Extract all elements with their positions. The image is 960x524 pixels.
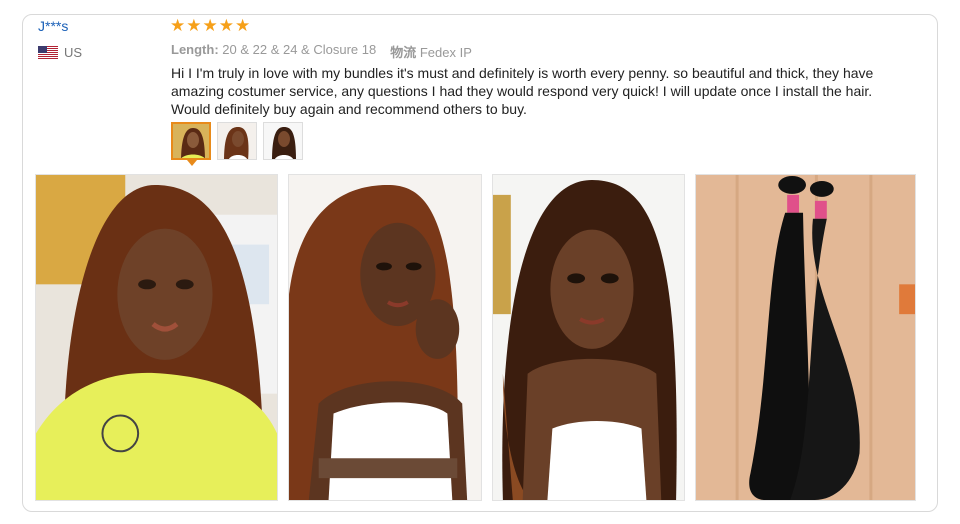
selected-indicator-icon [187,160,197,166]
reviewer-name: J***s [38,18,69,34]
star-icon: ★ [186,16,202,35]
thumbnail-2[interactable] [217,122,257,160]
thumbnail-1[interactable] [171,122,211,160]
thumbnail-3[interactable] [263,122,303,160]
rating-stars: ★ ★ ★ ★ ★ [170,17,250,35]
thumbnail-strip [171,122,303,160]
order-info: Length: 20 & 22 & 24 & Closure 18 物流 Fed… [171,42,472,61]
shipping-label: 物流 [390,45,417,60]
review-text: Hi I I'm truly in love with my bundles i… [171,65,874,117]
star-icon: ★ [235,16,251,35]
review-photo-4[interactable] [695,174,916,501]
reviewer-country: US [38,45,82,60]
shipping-info: 物流 Fedex IP [390,42,472,61]
star-icon: ★ [202,16,218,35]
review-photo-2[interactable] [288,174,482,501]
length-value: 20 & 22 & 24 & Closure 18 [222,42,377,57]
star-icon: ★ [170,16,186,35]
shipping-value: Fedex IP [419,45,472,60]
country-code: US [64,45,83,60]
us-flag-icon [38,46,58,59]
length-info: Length: 20 & 22 & 24 & Closure 18 [171,42,376,61]
review-photo-1[interactable] [35,174,278,501]
length-label: Length: [171,42,219,57]
star-icon: ★ [218,16,234,35]
review-photo-3[interactable] [492,174,685,501]
